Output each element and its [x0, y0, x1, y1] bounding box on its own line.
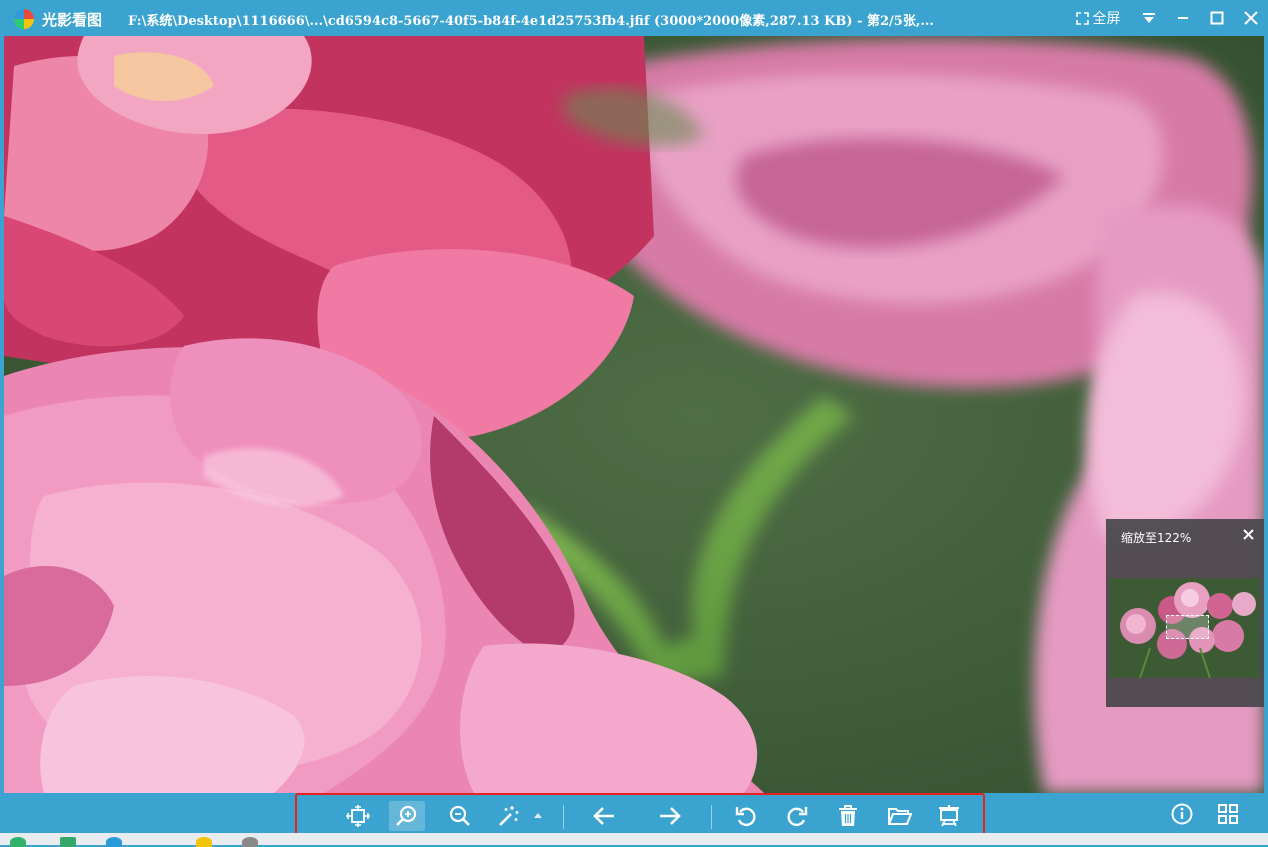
title-bar: 光影看图 F:\系统\Desktop\1116666\...\cd6594c8-…: [0, 0, 1268, 36]
slideshow-button[interactable]: [931, 801, 967, 831]
fullscreen-button[interactable]: 全屏: [1064, 0, 1132, 36]
app-logo-icon: [14, 9, 34, 29]
close-button[interactable]: [1234, 0, 1268, 36]
rotate-right-button[interactable]: [779, 801, 815, 831]
rotate-left-button[interactable]: [728, 801, 764, 831]
open-folder-icon: [888, 808, 912, 825]
enhance-dropdown-button[interactable]: [528, 801, 548, 831]
previous-arrow-icon: [593, 807, 614, 825]
trash-icon: [839, 805, 857, 826]
grid-view-button[interactable]: [1211, 799, 1245, 829]
next-image-button[interactable]: [652, 801, 688, 831]
dropdown-arrow-icon: [534, 813, 542, 818]
viewport-indicator[interactable]: [1166, 615, 1209, 639]
previous-image-button[interactable]: [586, 801, 622, 831]
grid-icon: [1218, 804, 1238, 824]
toolbar-divider: [711, 805, 712, 829]
next-arrow-icon: [660, 807, 681, 825]
window-controls: 全屏: [1064, 0, 1268, 36]
navigator-close-button[interactable]: [1243, 526, 1254, 544]
toolbar-divider: [563, 805, 564, 829]
taskbar-app-icon[interactable]: [242, 837, 258, 847]
fullscreen-icon: [1075, 11, 1089, 25]
maximize-icon: [1210, 11, 1224, 25]
rose-photo: [4, 36, 1264, 793]
info-icon: [1171, 803, 1193, 825]
taskbar-app-icon[interactable]: [106, 837, 122, 847]
zoom-in-icon: [396, 805, 417, 826]
app-name: 光影看图: [42, 11, 103, 29]
os-taskbar: [0, 833, 1268, 847]
taskbar-app-icon[interactable]: [196, 837, 212, 847]
bottom-toolbar: [0, 793, 1268, 840]
zoom-in-button[interactable]: [389, 801, 425, 831]
zoom-level-label: 缩放至122%: [1121, 531, 1192, 545]
fullscreen-label: 全屏: [1092, 11, 1121, 27]
menu-dropdown-button[interactable]: [1132, 0, 1166, 36]
magic-wand-icon: [499, 806, 519, 826]
close-icon: [1244, 11, 1258, 25]
navigator-thumbnail[interactable]: [1110, 578, 1260, 678]
file-info-title: F:\系统\Desktop\1116666\...\cd6594c8-5667-…: [128, 14, 934, 29]
image-viewer[interactable]: 缩放至122%: [4, 36, 1264, 793]
fit-window-icon: [346, 805, 370, 827]
info-button[interactable]: [1165, 799, 1199, 829]
menu-down-icon: [1143, 13, 1155, 23]
minimize-button[interactable]: [1166, 0, 1200, 36]
open-folder-button[interactable]: [882, 801, 918, 831]
auto-enhance-button[interactable]: [490, 801, 526, 831]
taskbar-app-icon[interactable]: [10, 837, 26, 847]
taskbar-app-icon[interactable]: [60, 837, 76, 847]
slideshow-icon: [939, 805, 959, 827]
maximize-button[interactable]: [1200, 0, 1234, 36]
fit-window-button[interactable]: [340, 801, 376, 831]
rotate-right-icon: [787, 807, 808, 827]
minimize-icon: [1178, 17, 1188, 19]
rotate-left-icon: [735, 807, 756, 827]
close-icon: [1243, 529, 1254, 540]
zoom-out-button[interactable]: [441, 801, 477, 831]
delete-button[interactable]: [830, 801, 866, 831]
zoom-navigator-panel[interactable]: 缩放至122%: [1106, 519, 1264, 707]
zoom-out-icon: [449, 805, 470, 826]
